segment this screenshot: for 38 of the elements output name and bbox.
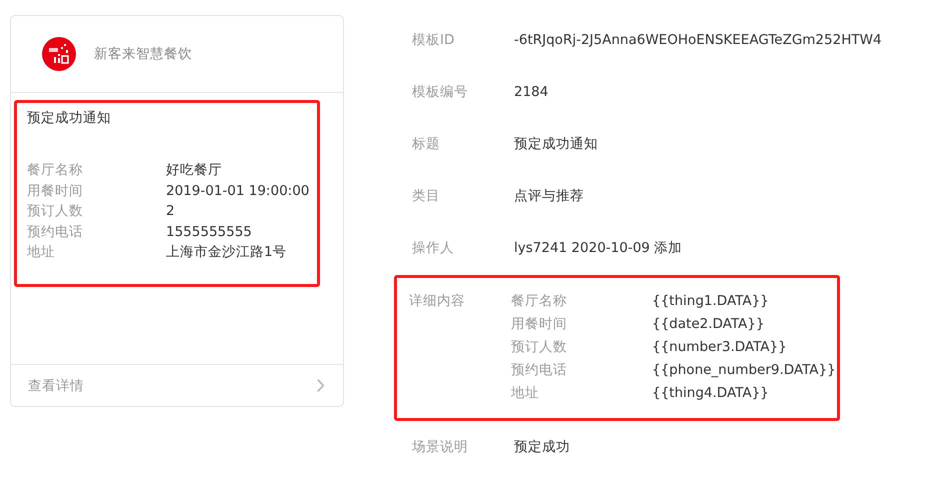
field-value: 1555555555 — [166, 222, 253, 242]
field-label: 预订人数 — [511, 338, 568, 357]
brand-name: 新客来智慧餐饮 — [94, 45, 192, 63]
field-value: 上海市金沙江路1号 — [166, 243, 288, 262]
field-label: 用餐时间 — [27, 182, 84, 200]
info-label: 类目 — [412, 187, 441, 205]
field-value: 2019-01-01 19:00:00 — [166, 182, 310, 200]
info-value: lys7241 2020-10-09 添加 — [514, 239, 682, 257]
logo-icon — [42, 37, 76, 71]
info-value: 点评与推荐 — [514, 187, 584, 205]
info-label: 场景说明 — [412, 438, 469, 456]
field-value: {{number3.DATA}} — [652, 338, 788, 357]
info-value: 预定成功 — [514, 438, 570, 456]
field-label: 预订人数 — [27, 202, 84, 221]
field-label: 预约电话 — [27, 222, 84, 242]
field-value: {{date2.DATA}} — [652, 315, 766, 334]
field-value: {{thing1.DATA}} — [652, 292, 770, 311]
field-label: 地址 — [511, 384, 540, 403]
info-value: -6tRJqoRj-2J5Anna6WEOHoENSKEEAGTeZGm252HTW4 — [514, 32, 882, 48]
info-label: 模板编号 — [412, 83, 469, 101]
field-label: 用餐时间 — [511, 315, 568, 334]
field-label: 预约电话 — [511, 361, 568, 380]
field-value: {{thing4.DATA}} — [652, 384, 770, 403]
field-value: 好吃餐厅 — [166, 161, 223, 180]
message-title: 预定成功通知 — [27, 109, 112, 128]
field-value: 2 — [166, 202, 176, 221]
info-label: 模板ID — [412, 31, 456, 49]
info-label: 操作人 — [412, 239, 455, 257]
info-value: 2184 — [514, 84, 548, 100]
field-label: 地址 — [27, 243, 56, 262]
field-label: 餐厅名称 — [27, 161, 84, 180]
chevron-right-icon — [316, 378, 325, 393]
info-value: 预定成功通知 — [514, 135, 598, 153]
details-link[interactable]: 查看详情 — [11, 364, 343, 406]
field-label: 餐厅名称 — [511, 292, 568, 311]
info-label: 标题 — [412, 135, 441, 153]
info-label: 详细内容 — [409, 292, 466, 311]
field-value: {{phone_number9.DATA}} — [652, 361, 836, 380]
